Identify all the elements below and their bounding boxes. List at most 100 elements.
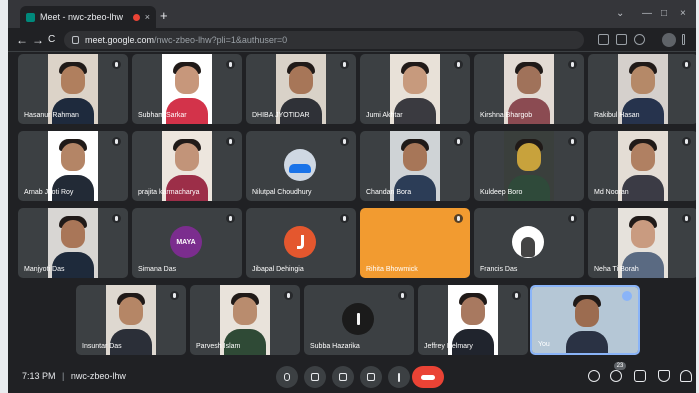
- activities-icon[interactable]: [658, 370, 670, 382]
- tab-strip: Meet - nwc-zbeo-lhw × + ⌄ — □ ×: [8, 0, 696, 28]
- participant-tile[interactable]: Manjyoti Das: [18, 208, 128, 278]
- share-icon[interactable]: [616, 34, 627, 45]
- camera-button[interactable]: [304, 366, 326, 388]
- mic-muted-icon: [340, 214, 349, 223]
- tab-close-icon[interactable]: ×: [145, 12, 150, 22]
- participant-name: Md Nooran: [594, 189, 629, 196]
- profile-avatar[interactable]: [662, 33, 676, 47]
- participant-tile[interactable]: You: [530, 285, 640, 355]
- mic-muted-icon: [340, 60, 349, 69]
- host-controls-icon[interactable]: [680, 370, 692, 382]
- participant-name: Jeffrey Delmary: [424, 343, 473, 350]
- tab-title: Meet - nwc-zbeo-lhw: [40, 12, 124, 22]
- participant-avatar: MAYA: [170, 226, 202, 258]
- participant-name: Chandan Bora: [366, 189, 412, 196]
- participant-name: Simana Das: [138, 266, 177, 273]
- participant-tile[interactable]: prajita karmacharya: [132, 131, 242, 201]
- participant-grid: Hasanur Rahman Subham Sarkar DHIBA JYOTIDA…: [8, 52, 696, 360]
- participant-tile[interactable]: Nilutpal Choudhury: [246, 131, 356, 201]
- participant-tile[interactable]: Subba Hazarika: [304, 285, 414, 355]
- participant-name: You: [538, 341, 550, 348]
- participant-name: Hasanur Rahman: [24, 112, 79, 119]
- mic-muted-icon: [284, 291, 293, 300]
- end-call-icon: [421, 374, 435, 380]
- participant-tile[interactable]: DHIBA JYOTIDAR: [246, 54, 356, 124]
- participant-tile[interactable]: Md Nooran: [588, 131, 696, 201]
- person-silhouette-icon: [521, 237, 535, 257]
- new-tab-button[interactable]: +: [160, 8, 168, 23]
- present-button[interactable]: [360, 366, 382, 388]
- mic-muted-icon: [568, 60, 577, 69]
- close-window-button[interactable]: ×: [680, 8, 686, 19]
- url-path: /nwc-zbeo-lhw?pli=1&authuser=0: [154, 35, 288, 45]
- participant-tile[interactable]: Chandan Bora: [360, 131, 470, 201]
- tab-search-icon[interactable]: ⌄: [616, 8, 624, 19]
- reload-button[interactable]: C: [48, 34, 55, 45]
- menu-kebab-icon[interactable]: [682, 34, 685, 45]
- maximize-button[interactable]: □: [661, 8, 667, 19]
- participant-tile[interactable]: Rihita Bhowmick: [360, 208, 470, 278]
- participant-tile[interactable]: Parvesh Islam: [190, 285, 300, 355]
- participant-name: Nilutpal Choudhury: [252, 189, 312, 196]
- info-icon[interactable]: [588, 370, 600, 382]
- mic-muted-icon: [682, 214, 691, 223]
- participant-name: Neha Ti Borah: [594, 266, 639, 273]
- chat-icon[interactable]: [634, 370, 646, 382]
- mic-muted-icon: [454, 214, 463, 223]
- participant-name: prajita karmacharya: [138, 189, 200, 196]
- mic-muted-icon: [454, 137, 463, 146]
- participant-tile[interactable]: Insuntar Das: [76, 285, 186, 355]
- tab-meet[interactable]: Meet - nwc-zbeo-lhw ×: [20, 6, 156, 28]
- people-count-badge: 23: [614, 362, 626, 370]
- mic-button[interactable]: [276, 366, 298, 388]
- car-icon: [289, 163, 311, 173]
- more-options-icon[interactable]: [622, 291, 632, 301]
- microphone-icon: [284, 373, 290, 381]
- participant-name: Parvesh Islam: [196, 343, 241, 350]
- participant-tile[interactable]: Jeffrey Delmary: [418, 285, 528, 355]
- bookmark-star-icon[interactable]: [634, 34, 645, 45]
- mic-muted-icon: [398, 291, 407, 300]
- people-icon[interactable]: [610, 370, 622, 382]
- participant-tile[interactable]: Jibapal Dehingia: [246, 208, 356, 278]
- avatar-glyph-icon: [296, 235, 304, 249]
- participant-tile[interactable]: Kuldeep Boro: [474, 131, 584, 201]
- participant-name: Jumi Akhtar: [366, 112, 403, 119]
- participant-tile[interactable]: Francis Das: [474, 208, 584, 278]
- captions-button[interactable]: [332, 366, 354, 388]
- minimize-button[interactable]: —: [642, 8, 652, 19]
- meet-favicon-icon: [26, 12, 35, 22]
- participant-name: Manjyoti Das: [24, 266, 65, 273]
- participant-tile[interactable]: Rakibul Hasan: [588, 54, 696, 124]
- participant-tile[interactable]: Subham Sarkar: [132, 54, 242, 124]
- participant-name: DHIBA JYOTIDAR: [252, 112, 310, 119]
- meeting-code: nwc-zbeo-lhw: [70, 371, 126, 381]
- back-button[interactable]: ←: [16, 33, 28, 47]
- more-options-button[interactable]: [388, 366, 410, 388]
- address-bar[interactable]: meet.google.com/nwc-zbeo-lhw?pli=1&authu…: [64, 31, 584, 49]
- meeting-time: 7:13 PM: [22, 371, 56, 381]
- participant-tile[interactable]: Neha Ti Borah: [588, 208, 696, 278]
- participant-name: Kirshna Bhargob: [480, 112, 533, 119]
- present-screen-icon: [367, 373, 375, 381]
- participant-tile[interactable]: Kirshna Bhargob: [474, 54, 584, 124]
- mic-muted-icon: [682, 60, 691, 69]
- participant-tile[interactable]: Arnab Jyoti Roy: [18, 131, 128, 201]
- participant-tile[interactable]: Hasanur Rahman: [18, 54, 128, 124]
- recording-dot-icon: [132, 13, 140, 21]
- mic-muted-icon: [226, 214, 235, 223]
- more-vert-icon: [398, 372, 400, 382]
- camera-permission-icon[interactable]: [598, 34, 609, 45]
- participant-tile[interactable]: MAYA Simana Das: [132, 208, 242, 278]
- participant-tile[interactable]: Jumi Akhtar: [360, 54, 470, 124]
- meeting-separator: |: [62, 371, 65, 381]
- forward-button[interactable]: →: [32, 33, 44, 47]
- leave-call-button[interactable]: [412, 366, 444, 388]
- participant-name: Rihita Bhowmick: [366, 266, 418, 273]
- mic-muted-icon: [112, 214, 121, 223]
- participant-avatar: [342, 303, 374, 335]
- mic-muted-icon: [682, 137, 691, 146]
- mic-muted-icon: [512, 291, 521, 300]
- participant-name: Subham Sarkar: [138, 112, 187, 119]
- participant-avatar: [284, 226, 316, 258]
